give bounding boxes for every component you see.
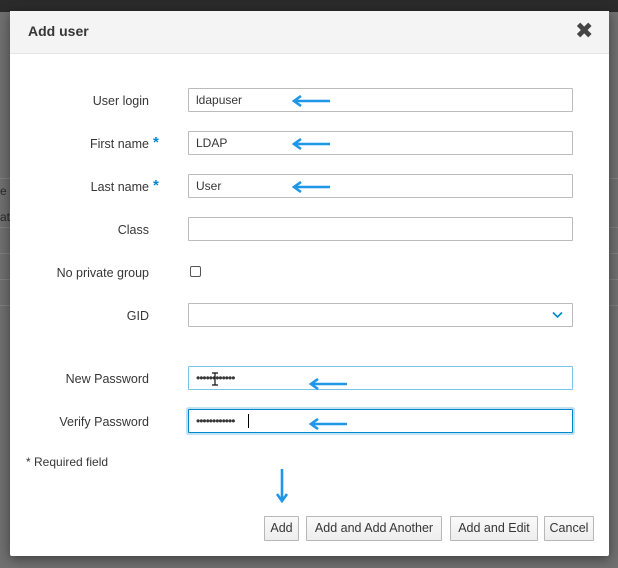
background-text: at [0, 210, 11, 224]
background-text: e [0, 184, 7, 198]
no-private-group-label: No private group [56, 266, 149, 280]
first-name-label: First name [89, 137, 149, 151]
class-label: Class [117, 223, 149, 237]
required-asterisk: * [153, 177, 159, 194]
add-button[interactable]: Add [264, 516, 299, 541]
last-name-input[interactable]: User [188, 174, 573, 198]
user-login-label: User login [92, 94, 149, 108]
close-icon[interactable]: ✖ [575, 20, 593, 42]
required-asterisk: * [153, 134, 159, 151]
class-input[interactable] [188, 217, 573, 241]
add-and-add-another-button[interactable]: Add and Add Another [306, 516, 442, 541]
no-private-group-checkbox[interactable] [190, 266, 201, 277]
text-cursor-icon [212, 372, 218, 386]
down-arrow-icon [275, 469, 289, 504]
verify-password-input[interactable]: •••••••••••• [188, 409, 573, 433]
left-arrow-icon [291, 95, 330, 107]
required-field-note: * Required field [26, 455, 109, 469]
text-caret [248, 414, 249, 428]
first-name-input[interactable]: LDAP [188, 131, 573, 155]
cancel-button[interactable]: Cancel [544, 516, 594, 541]
left-arrow-icon [308, 378, 347, 390]
left-arrow-icon [291, 181, 330, 193]
last-name-label: Last name [90, 180, 149, 194]
add-user-dialog: Add user ✖ User login ldapuser First nam… [10, 11, 609, 556]
gid-select[interactable] [188, 303, 573, 327]
dialog-header: Add user ✖ [10, 11, 609, 54]
new-password-label: New Password [65, 372, 149, 386]
chevron-down-icon [552, 311, 563, 319]
left-arrow-icon [308, 418, 347, 430]
gid-label: GID [126, 309, 149, 323]
user-login-input[interactable]: ldapuser [188, 88, 573, 112]
left-arrow-icon [291, 138, 330, 150]
dialog-title: Add user [28, 23, 89, 39]
add-and-edit-button[interactable]: Add and Edit [450, 516, 538, 541]
verify-password-label: Verify Password [59, 415, 149, 429]
new-password-input[interactable]: •••••••••••• [188, 366, 573, 390]
